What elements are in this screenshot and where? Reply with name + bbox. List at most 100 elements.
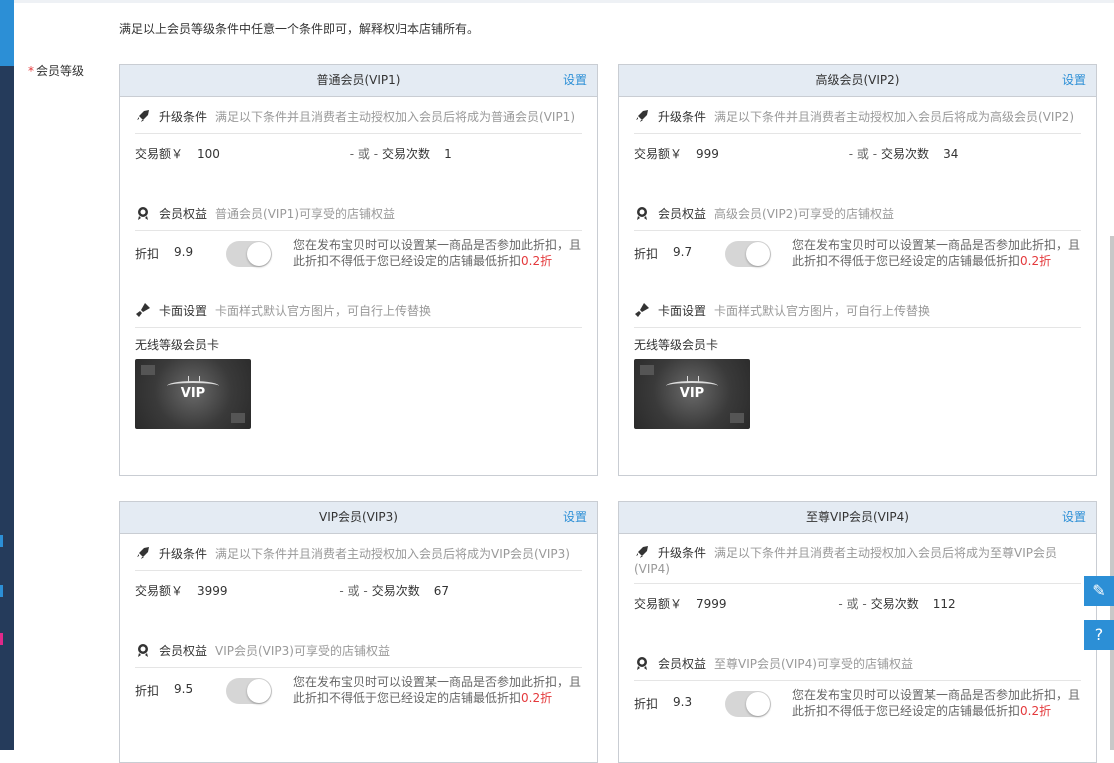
- upgrade-section: 升级条件 满足以下条件并且消费者主动授权加入会员后将成为至尊VIP会员(VIP4): [634, 534, 1081, 584]
- count-value: 112: [932, 597, 956, 611]
- benefit-desc: 至尊VIP会员(VIP4)可享受的店铺权益: [714, 657, 913, 671]
- rule-description: 满足以上会员等级条件中任意一个条件即可，解释权归本店铺所有。: [119, 22, 480, 36]
- discount-row: 折扣 9.5 您在发布宝贝时可以设置某一商品是否参加此折扣，且此折扣不得低于您已…: [135, 668, 582, 716]
- amount-label: 交易额￥: [634, 597, 683, 611]
- benefit-label: 会员权益: [159, 207, 208, 221]
- vip-card-text: VIP: [180, 386, 206, 401]
- cardset-desc: 卡面样式默认官方图片，可自行上传替换: [714, 304, 931, 318]
- discount-row: 折扣 9.7 您在发布宝贝时可以设置某一商品是否参加此折扣，且此折扣不得低于您已…: [634, 231, 1081, 279]
- count-value: 34: [943, 147, 959, 161]
- vip-card-image: VIP: [634, 359, 750, 429]
- rocket-icon: [636, 546, 648, 558]
- or-separator: - 或 -: [838, 597, 867, 611]
- discount-label: 折扣: [634, 697, 659, 711]
- count-label: 交易次数: [382, 147, 431, 161]
- benefit-label: 会员权益: [658, 657, 707, 671]
- cardset-desc: 卡面样式默认官方图片，可自行上传替换: [215, 304, 432, 318]
- settings-link[interactable]: 设置: [1062, 65, 1086, 96]
- discount-note: 您在发布宝贝时可以设置某一商品是否参加此折扣，且此折扣不得低于您已经设定的店铺最…: [293, 675, 582, 705]
- cardset-label: 卡面设置: [159, 304, 208, 318]
- count-value: 67: [433, 584, 449, 598]
- pencil-icon[interactable]: ✎: [1084, 576, 1114, 606]
- upgrade-label: 升级条件: [658, 110, 707, 124]
- card-header: VIP会员(VIP3) 设置: [120, 502, 597, 534]
- benefit-desc: 普通会员(VIP1)可享受的店铺权益: [215, 207, 395, 221]
- sidebar-active-item[interactable]: [0, 0, 14, 66]
- amount-value: 7999: [696, 597, 727, 611]
- upgrade-desc: 满足以下条件并且消费者主动授权加入会员后将成为普通会员(VIP1): [215, 110, 576, 124]
- or-separator: - 或 -: [339, 584, 368, 598]
- count-label: 交易次数: [881, 147, 930, 161]
- amount-label: 交易额￥: [634, 147, 683, 161]
- amount-value: 3999: [197, 584, 228, 598]
- wireless-card-label: 无线等级会员卡: [634, 338, 719, 352]
- amount-value: 999: [696, 147, 719, 161]
- brush-icon: [136, 303, 150, 317]
- count-label: 交易次数: [870, 597, 919, 611]
- card-header: 至尊VIP会员(VIP4) 设置: [619, 502, 1096, 534]
- benefit-desc: VIP会员(VIP3)可享受的店铺权益: [215, 644, 390, 658]
- amount-label: 交易额￥: [135, 584, 184, 598]
- upgrade-section: 升级条件 满足以下条件并且消费者主动授权加入会员后将成为普通会员(VIP1): [135, 97, 582, 134]
- upgrade-conditions: 交易额￥ 7999 - 或 - 交易次数 112: [634, 584, 1081, 624]
- settings-link[interactable]: 设置: [1062, 502, 1086, 533]
- medal-icon: [138, 207, 148, 220]
- cardset-label: 卡面设置: [658, 304, 707, 318]
- discount-row: 折扣 9.9 您在发布宝贝时可以设置某一商品是否参加此折扣，且此折扣不得低于您已…: [135, 231, 582, 279]
- benefit-desc: 高级会员(VIP2)可享受的店铺权益: [714, 207, 894, 221]
- wireless-card-label: 无线等级会员卡: [135, 338, 220, 352]
- card-title: 高级会员(VIP2): [815, 73, 900, 87]
- rocket-icon: [137, 547, 149, 559]
- settings-link[interactable]: 设置: [563, 502, 587, 533]
- discount-label: 折扣: [634, 247, 659, 261]
- level-card-vip1: 普通会员(VIP1) 设置 升级条件 满足以下条件并且消费者主动授权加入会员后将成…: [119, 64, 598, 476]
- rocket-icon: [636, 110, 648, 122]
- member-level-label: * 会员等级: [28, 62, 84, 79]
- card-title: VIP会员(VIP3): [319, 510, 398, 524]
- discount-value: 9.5: [174, 682, 194, 696]
- discount-note: 您在发布宝贝时可以设置某一商品是否参加此折扣，且此折扣不得低于您已经设定的店铺最…: [792, 688, 1081, 718]
- discount-toggle[interactable]: [725, 691, 771, 717]
- card-header: 普通会员(VIP1) 设置: [120, 65, 597, 97]
- upgrade-section: 升级条件 满足以下条件并且消费者主动授权加入会员后将成为高级会员(VIP2): [634, 97, 1081, 134]
- top-divider: [14, 0, 1114, 3]
- brush-icon: [635, 303, 649, 317]
- card-header: 高级会员(VIP2) 设置: [619, 65, 1096, 97]
- member-level-text: 会员等级: [36, 64, 85, 78]
- benefit-label: 会员权益: [658, 207, 707, 221]
- or-separator: - 或 -: [349, 147, 379, 161]
- upgrade-label: 升级条件: [159, 110, 208, 124]
- medal-icon: [637, 207, 647, 220]
- left-sidebar: [0, 0, 14, 750]
- upgrade-label: 升级条件: [658, 546, 707, 560]
- count-label: 交易次数: [371, 584, 420, 598]
- cardset-section: 卡面设置 卡面样式默认官方图片，可自行上传替换: [634, 291, 1081, 328]
- required-mark: *: [28, 64, 34, 78]
- upgrade-label: 升级条件: [159, 547, 208, 561]
- discount-note: 您在发布宝贝时可以设置某一商品是否参加此折扣，且此折扣不得低于您已经设定的店铺最…: [792, 238, 1081, 268]
- rocket-icon: [137, 110, 149, 122]
- benefit-label: 会员权益: [159, 644, 208, 658]
- card-title: 普通会员(VIP1): [316, 73, 401, 87]
- sidebar-marker: [0, 585, 3, 597]
- upgrade-conditions: 交易额￥ 999 - 或 - 交易次数 34: [634, 134, 1081, 174]
- level-card-vip4: 至尊VIP会员(VIP4) 设置 升级条件 满足以下条件并且消费者主动授权加入会员…: [618, 501, 1097, 763]
- scrollbar[interactable]: [1110, 236, 1114, 750]
- medal-icon: [138, 644, 148, 657]
- vip-card-image: VIP: [135, 359, 251, 429]
- discount-value: 9.7: [673, 245, 693, 259]
- discount-value: 9.9: [174, 245, 194, 259]
- discount-value: 9.3: [673, 695, 693, 709]
- sidebar-marker: [0, 633, 3, 645]
- benefit-section: 会员权益 至尊VIP会员(VIP4)可享受的店铺权益: [634, 644, 1081, 681]
- question-icon[interactable]: ?: [1084, 620, 1114, 650]
- discount-toggle[interactable]: [226, 241, 272, 267]
- discount-toggle[interactable]: [725, 241, 771, 267]
- benefit-section: 会员权益 高级会员(VIP2)可享受的店铺权益: [634, 194, 1081, 231]
- level-card-vip3: VIP会员(VIP3) 设置 升级条件 满足以下条件并且消费者主动授权加入会员后将…: [119, 501, 598, 763]
- cardset-section: 卡面设置 卡面样式默认官方图片，可自行上传替换: [135, 291, 582, 328]
- settings-link[interactable]: 设置: [563, 65, 587, 96]
- discount-label: 折扣: [135, 684, 160, 698]
- card-title: 至尊VIP会员(VIP4): [806, 510, 909, 524]
- discount-toggle[interactable]: [226, 678, 272, 704]
